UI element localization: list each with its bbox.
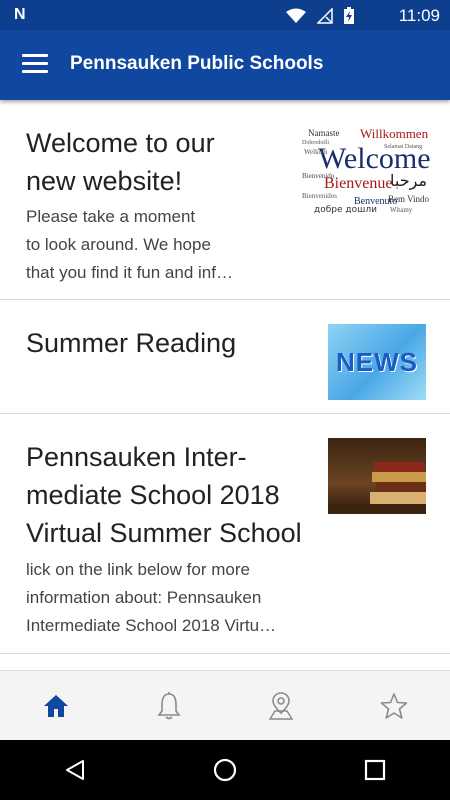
home-icon [44, 695, 69, 717]
word-cloud-word: Bienvenidos [302, 192, 337, 200]
card-title: Pennsauken Inter- mediate School 2018 Vi… [26, 442, 302, 548]
notification-n-icon: N [14, 6, 26, 23]
bottom-navigation [0, 670, 450, 741]
no-signal-icon [317, 8, 333, 24]
menu-icon[interactable] [22, 54, 48, 76]
feed-card-summer-reading[interactable]: Summer Reading NEWS [0, 300, 450, 414]
recents-square-icon [364, 759, 386, 781]
status-icons [285, 7, 355, 25]
system-navigation-bar [0, 740, 450, 800]
card-summary: Please take a moment to look around. We … [26, 207, 233, 282]
word-cloud-word: Bienvenido [302, 172, 335, 180]
app-title: Pennsauken Public Schools [70, 53, 324, 74]
status-bar: N 11:09 [0, 0, 450, 30]
map-pin-icon [268, 692, 294, 720]
bell-icon [157, 692, 181, 720]
news-image-text: NEWS [336, 346, 418, 377]
word-cloud-word: Namaste [308, 128, 340, 138]
nav-map[interactable] [225, 671, 338, 741]
word-cloud-word: Willkommen [360, 126, 429, 141]
status-time: 11:09 [398, 6, 440, 25]
news-image: NEWS [328, 324, 426, 400]
news-feed[interactable]: Welcome to our new website! Please take … [0, 100, 450, 670]
card-title: Welcome to our new website! [26, 128, 215, 196]
word-cloud-word: Witamy [390, 206, 413, 214]
word-cloud-word: Dobrodošli [302, 140, 329, 146]
feed-card-welcome[interactable]: Welcome to our new website! Please take … [0, 100, 450, 300]
battery-charging-icon [344, 7, 354, 24]
app-bar: Pennsauken Public Schools [0, 30, 450, 100]
back-button[interactable] [45, 750, 105, 790]
recents-button[interactable] [345, 750, 405, 790]
books-image [328, 438, 426, 514]
nav-home[interactable] [0, 671, 113, 741]
wifi-icon [286, 8, 306, 23]
word-cloud-word: Welkom [304, 148, 328, 156]
star-icon [380, 693, 408, 719]
word-cloud-word: Selamat Datang [384, 144, 422, 150]
welcome-word-cloud-image: Namaste Willkommen Welcome مرحبا Bienven… [300, 124, 430, 220]
home-button[interactable] [195, 750, 255, 790]
nav-favorites[interactable] [338, 671, 450, 741]
feed-card-virtual-summer-school[interactable]: Pennsauken Inter- mediate School 2018 Vi… [0, 414, 450, 654]
back-triangle-icon [66, 760, 84, 780]
card-title: Summer Reading [26, 328, 237, 358]
nav-notifications[interactable] [113, 671, 226, 741]
card-summary: lick on the link below for more informat… [26, 560, 277, 635]
word-cloud-word: مرحبا [390, 171, 427, 191]
home-circle-icon [213, 758, 237, 782]
